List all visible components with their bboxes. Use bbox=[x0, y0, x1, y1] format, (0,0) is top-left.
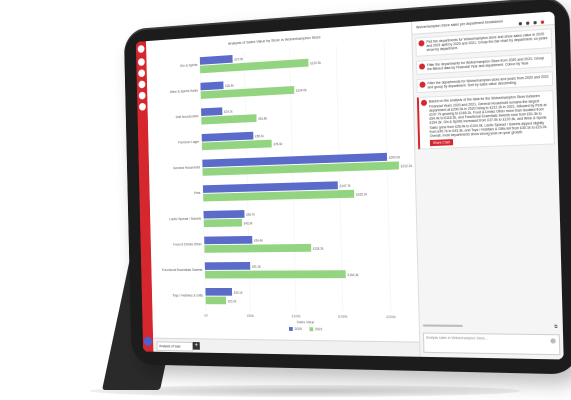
bar-2021 bbox=[202, 140, 272, 151]
message-text: Plot the departments for Wolverhampton s… bbox=[426, 32, 549, 53]
category-label: Functional Essentials Sweets bbox=[162, 268, 203, 272]
legend-label: 2020 bbox=[295, 327, 303, 331]
value-label: £212.2k bbox=[401, 164, 413, 169]
assistant-panel: Wolverhampton Store sales per department… bbox=[411, 11, 564, 359]
screen: Analysis of Sales Value by Store in Wolv… bbox=[136, 11, 564, 359]
bar-2021 bbox=[205, 270, 346, 278]
category-label: Premium Lager bbox=[178, 140, 200, 145]
share-icon[interactable] bbox=[519, 22, 522, 25]
close-icon[interactable] bbox=[541, 20, 544, 23]
value-label: £154.3k bbox=[348, 273, 359, 277]
bar-2020 bbox=[200, 81, 223, 90]
bar-2021 bbox=[206, 297, 226, 305]
message-text: Filter the departments for Wolverhampton… bbox=[427, 55, 550, 71]
value-label: £30.1k bbox=[234, 291, 243, 295]
logo-icon[interactable] bbox=[138, 45, 145, 53]
header-icons bbox=[519, 16, 551, 22]
x-tick-label: £200k bbox=[386, 315, 396, 319]
message-user: Filter the departments for Wolverhampton… bbox=[416, 71, 553, 93]
value-label: £43.3k bbox=[244, 221, 253, 225]
value-label: £45.7k bbox=[246, 213, 255, 217]
category-label: Toys / Hobbies & Gifts bbox=[172, 294, 203, 298]
bar-2020 bbox=[204, 236, 252, 244]
value-label: £51.3k bbox=[252, 265, 261, 269]
message-text: Based on the analysis of the data for th… bbox=[429, 94, 551, 139]
legend-swatch bbox=[309, 327, 313, 331]
bar-2021 bbox=[201, 114, 256, 124]
bar-2021 bbox=[204, 244, 311, 253]
user-avatar-icon bbox=[418, 40, 424, 46]
scroll-thumb[interactable] bbox=[423, 324, 463, 326]
value-label: £58.1k bbox=[255, 134, 264, 138]
user-avatar-icon bbox=[419, 63, 425, 69]
tab-analysis[interactable]: Analysis of Sale bbox=[157, 341, 193, 351]
expand-icon[interactable] bbox=[533, 21, 536, 24]
grid-line bbox=[384, 42, 391, 312]
bar-2020 bbox=[205, 288, 232, 296]
tablet-frame: Analysis of Sales Value by Store in Wolv… bbox=[124, 0, 571, 375]
x-tick-label: £150k bbox=[338, 315, 347, 319]
category-label: General Household bbox=[173, 165, 200, 170]
chart-panel: Analysis of Sales Value by Store in Wolv… bbox=[146, 22, 419, 343]
category-label: Lactic Spread / Sweets bbox=[169, 217, 201, 222]
bar-2021 bbox=[204, 219, 242, 227]
value-label: £104.0k bbox=[296, 88, 307, 93]
category-label: Gin & Spirits bbox=[180, 63, 198, 68]
tab-bar: Analysis of Sale + bbox=[153, 338, 420, 357]
x-tick-label: £50k bbox=[247, 314, 254, 318]
panel-title: Wolverhampton Store sales per department… bbox=[416, 19, 503, 29]
value-label: £26.4k bbox=[225, 84, 234, 89]
chat-icon[interactable] bbox=[139, 92, 146, 100]
chart-icon[interactable] bbox=[138, 80, 145, 88]
assistant-avatar-icon bbox=[421, 100, 427, 106]
data-icon[interactable] bbox=[138, 69, 145, 77]
category-label: Soft Accessories bbox=[176, 114, 199, 119]
value-label: £120.3k bbox=[310, 61, 321, 66]
value-label: £54.4k bbox=[254, 239, 263, 243]
chat-input[interactable]: Analyse sales in Wolverhampton Store... bbox=[423, 333, 560, 356]
settings-icon[interactable] bbox=[139, 103, 146, 111]
value-label: £61.8k bbox=[258, 116, 267, 121]
legend-swatch bbox=[289, 327, 293, 331]
message-list: Plot the departments for Wolverhampton s… bbox=[415, 28, 559, 323]
legend-label: 2021 bbox=[315, 327, 323, 331]
value-label: £200.0k bbox=[389, 155, 401, 160]
bar-2020 bbox=[202, 132, 254, 142]
share-chart-button[interactable]: Share Chart bbox=[430, 139, 453, 146]
x-tick-label: £0 bbox=[204, 314, 208, 318]
x-axis-label: Sales Value bbox=[297, 320, 315, 324]
category-label: Food & Drinks Other bbox=[173, 242, 202, 246]
bar-2020 bbox=[204, 210, 245, 219]
bar-2020 bbox=[200, 55, 233, 65]
user-avatar-icon bbox=[419, 82, 425, 88]
x-tick-label: £100k bbox=[292, 314, 301, 318]
value-label: £165.1k bbox=[356, 192, 367, 196]
bar-2020 bbox=[201, 107, 222, 116]
value-label: £24.1k bbox=[224, 109, 233, 113]
value-label: £37.0k bbox=[234, 57, 243, 62]
value-label: £23.2k bbox=[228, 299, 237, 303]
value-label: £147.7k bbox=[340, 184, 351, 188]
value-label: £118.2k bbox=[313, 247, 324, 251]
value-label: £78.4k bbox=[273, 142, 282, 146]
message-scrollbar[interactable]: ⧉ bbox=[423, 322, 560, 330]
home-icon[interactable] bbox=[138, 58, 145, 66]
bar-2020 bbox=[205, 262, 251, 270]
category-label: Pets bbox=[194, 191, 201, 195]
bar-chart: £0 £50k £100k £150k £200k Gin & Spirits £37.0k… bbox=[146, 22, 419, 343]
menu-icon[interactable] bbox=[526, 22, 529, 25]
message-text: Filter the departments for Wolverhampton… bbox=[427, 75, 550, 90]
send-icon[interactable] bbox=[550, 338, 555, 343]
input-placeholder: Analyse sales in Wolverhampton Store... bbox=[426, 336, 488, 341]
copy-icon[interactable]: ⧉ bbox=[554, 324, 557, 329]
message-assistant: Based on the analysis of the data for th… bbox=[417, 90, 555, 150]
add-tab-button[interactable]: + bbox=[193, 342, 200, 350]
user-avatar-icon[interactable] bbox=[144, 337, 153, 346]
category-label: Wine & Spirits Sales bbox=[170, 88, 199, 94]
